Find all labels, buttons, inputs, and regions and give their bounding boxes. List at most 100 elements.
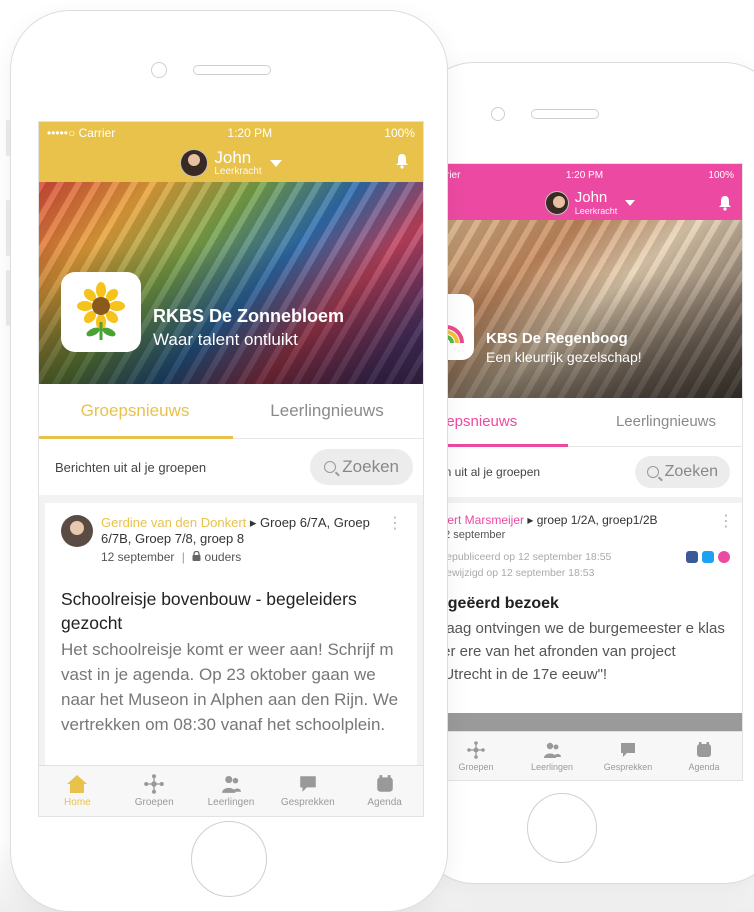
sunflower-logo-icon	[77, 282, 125, 340]
school-logo	[61, 272, 141, 352]
status-bar: •••••○ Carrier 1:20 PM 100%	[39, 122, 423, 144]
tab-label: Gesprekken	[603, 761, 653, 772]
share-icons	[682, 551, 730, 564]
filter-row: Berichten uit al je groepen Zoeken	[39, 439, 423, 495]
speaker-grille	[193, 65, 271, 75]
tab-label: Groepen	[134, 797, 174, 808]
post-card[interactable]: Gert Marsmeijer ▸ groep 1/2A, groep1/2B …	[438, 503, 742, 713]
arrow-right-icon: ▸	[249, 515, 261, 530]
tab-groepen[interactable]: Groepen	[438, 732, 514, 780]
tab-label: Gesprekken	[280, 797, 335, 808]
tab-label: Agenda	[688, 761, 720, 772]
search-button[interactable]: Zoeken	[634, 456, 730, 488]
user-switcher[interactable]: John Leerkracht	[39, 144, 423, 182]
arrow-right-icon: ▸	[527, 513, 534, 527]
user-role: Leerkracht	[574, 206, 618, 216]
user-avatar	[544, 191, 569, 215]
post-date: 12 september	[438, 529, 506, 541]
active-tab-indicator	[39, 436, 233, 439]
post-body: Het schoolreisje komt er weer aan! Schri…	[61, 640, 399, 734]
tab-label: Leerlingen	[207, 797, 255, 808]
tab-gesprekken[interactable]: Gesprekken	[269, 766, 346, 816]
tab-home[interactable]: Home	[39, 766, 116, 816]
tab-leerlingnieuws[interactable]: Leerlingnieuws	[231, 384, 423, 438]
tab-label: Leerlingen	[530, 761, 574, 772]
school-banner: RKBS De Zonnebloem Waar talent ontluikt	[39, 182, 423, 384]
meta-separator: |	[181, 550, 185, 564]
filter-label: en uit al je groepen	[438, 465, 541, 479]
user-name: John	[214, 147, 252, 167]
user-switcher[interactable]: John Leerkracht	[438, 186, 742, 220]
home-icon	[67, 775, 88, 793]
user-role: Leerkracht	[214, 165, 262, 177]
clock: 1:20 PM	[565, 169, 604, 181]
students-icon	[544, 742, 561, 758]
clock: 1:20 PM	[227, 126, 273, 140]
tab-leerlingen[interactable]: Leerlingen	[193, 766, 270, 816]
volume-up-button	[6, 200, 10, 256]
chat-icon	[621, 742, 635, 757]
tab-groepsnieuws[interactable]: oepsnieuws	[438, 399, 590, 445]
search-label: Zoeken	[664, 463, 718, 480]
mute-switch	[6, 120, 10, 156]
screen-back: rier 1:20 PM 100% John Leerkracht KBS De…	[437, 163, 743, 781]
tab-leerlingnieuws[interactable]: Leerlingnieuws	[590, 399, 742, 445]
post-body: daag ontvingen we de burgemeester e klas…	[438, 620, 725, 684]
home-button[interactable]	[527, 793, 597, 863]
carrier-label: •••••○ Carrier	[47, 126, 116, 140]
more-options-icon[interactable]: ⋮	[387, 516, 403, 532]
post-meta: 12 september | ouders	[101, 549, 377, 565]
globe-icon[interactable]	[718, 551, 730, 564]
news-tabs: oepsnieuws Leerlingnieuws	[438, 398, 742, 447]
phone-back: rier 1:20 PM 100% John Leerkracht KBS De…	[418, 62, 754, 884]
phone-front: •••••○ Carrier 1:20 PM 100% John Leerkra…	[10, 10, 448, 912]
user-avatar	[180, 149, 209, 177]
filter-row: en uit al je groepen Zoeken	[438, 447, 742, 497]
search-icon	[324, 461, 337, 473]
published-label: Gepubliceerd op 12 september 18:55	[438, 551, 612, 564]
speaker-grille	[531, 109, 599, 119]
post-author[interactable]: Gerdine van den Donkert	[101, 515, 246, 530]
header-back: rier 1:20 PM 100% John Leerkracht	[438, 164, 742, 220]
chevron-down-icon	[269, 159, 282, 167]
students-icon	[222, 776, 241, 793]
tab-groepen[interactable]: Groepen	[116, 766, 193, 816]
twitter-icon[interactable]	[702, 551, 714, 564]
tab-groepsnieuws[interactable]: Groepsnieuws	[39, 384, 231, 438]
groups-icon	[144, 774, 164, 794]
author-avatar[interactable]	[61, 515, 93, 547]
post-title: Schoolreisje bovenbouw - begeleiders gez…	[61, 589, 357, 633]
published-row: Gepubliceerd op 12 september 18:55	[438, 551, 730, 564]
lock-icon	[192, 550, 201, 561]
tab-agenda[interactable]: Agenda	[666, 732, 742, 780]
post-title: ggeëerd bezoek	[438, 595, 559, 613]
groups-icon	[467, 740, 485, 759]
post-header: Gerdine van den Donkert ▸ Groep 6/7A, Gr…	[61, 515, 401, 565]
tab-gesprekken[interactable]: Gesprekken	[590, 732, 666, 780]
chat-icon	[300, 776, 316, 792]
header-front: •••••○ Carrier 1:20 PM 100% John Leerkra…	[39, 122, 423, 182]
home-button[interactable]	[191, 821, 267, 897]
bell-icon[interactable]	[718, 195, 732, 211]
tab-agenda[interactable]: Agenda	[346, 766, 423, 816]
post-groups: groep 1/2A, groep1/2B	[536, 513, 658, 527]
tab-leerlingen[interactable]: Leerlingen	[514, 732, 590, 780]
chevron-down-icon	[625, 200, 636, 206]
facebook-icon[interactable]	[686, 551, 698, 564]
filter-label: Berichten uit al je groepen	[55, 459, 207, 475]
bell-icon[interactable]	[395, 153, 409, 169]
user-name: John	[574, 189, 608, 206]
screen-front: •••••○ Carrier 1:20 PM 100% John Leerkra…	[38, 121, 424, 817]
post-audience: ouders	[204, 550, 242, 564]
post-header: Gert Marsmeijer ▸ groep 1/2A, groep1/2B	[438, 513, 730, 527]
school-tagline: Een kleurrijk gezelschap!	[486, 349, 642, 365]
bottom-tabbar: Home Groepen Leerlingen Gesprekken Agend…	[39, 765, 423, 816]
school-name: KBS De Regenboog	[486, 330, 628, 347]
search-button[interactable]: Zoeken	[310, 449, 413, 485]
school-heading: KBS De Regenboog Een kleurrijk gezelscha…	[486, 330, 642, 365]
more-options-icon[interactable]: ⋮	[718, 514, 734, 530]
post-author[interactable]: Gert Marsmeijer	[438, 513, 524, 527]
carrier-label: rier	[446, 169, 461, 181]
news-tabs: Groepsnieuws Leerlingnieuws	[39, 384, 423, 439]
bottom-tabbar: Groepen Leerlingen Gesprekken Agenda	[438, 731, 742, 780]
